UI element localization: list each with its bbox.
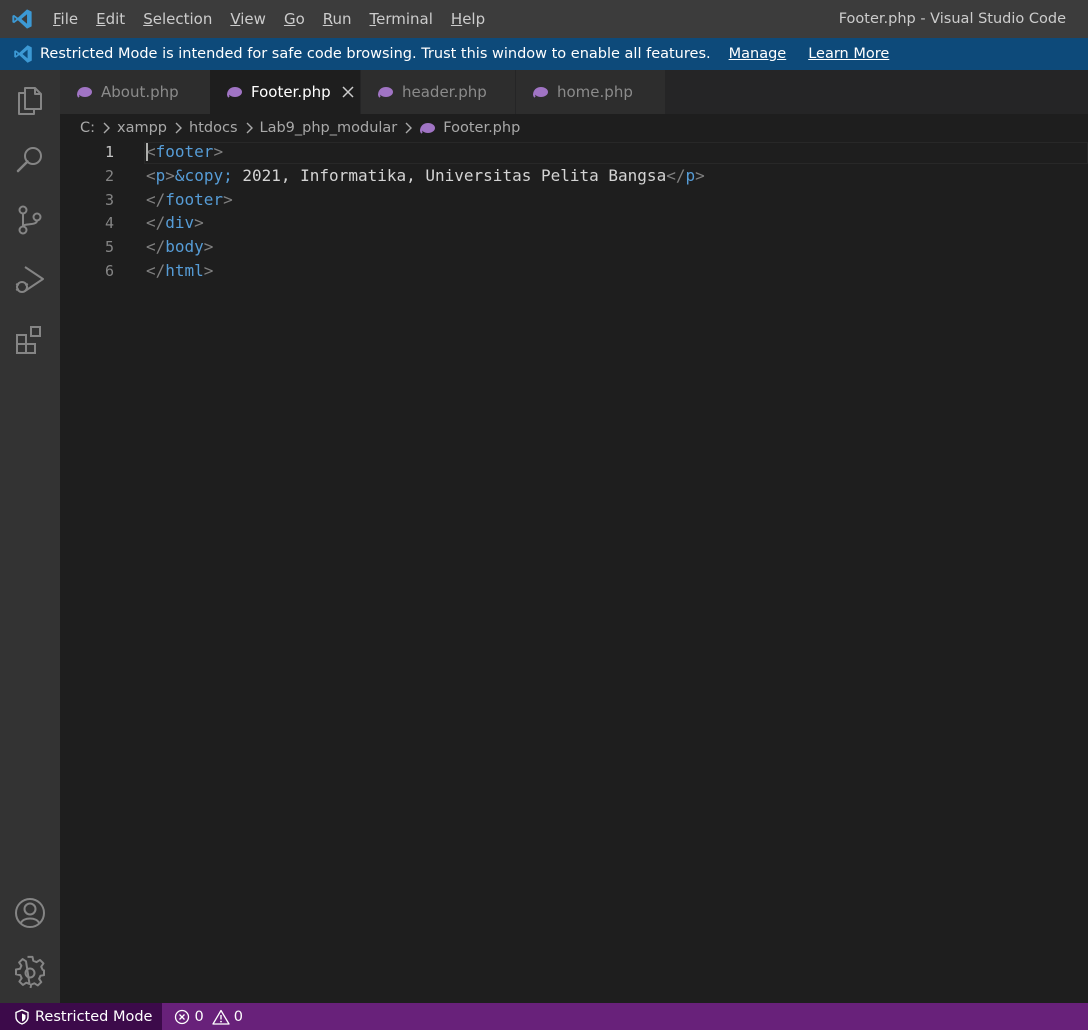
chevron-right-icon [246,122,253,134]
source-control-icon[interactable] [12,202,48,238]
line-number: 2 [104,167,114,185]
vscode-logo-icon [14,45,32,63]
status-bar: Restricted Mode 0 0 [0,1003,1088,1030]
menu-file[interactable]: File [44,10,87,28]
editor-tabs: About.php Footer.php header.php home.php [60,70,1088,114]
code-line[interactable]: 2 <p>&copy; 2021, Informatika, Universit… [60,164,1088,188]
tab-about-php[interactable]: About.php [60,70,210,114]
tab-label: home.php [557,83,633,101]
menu-go[interactable]: Go [275,10,314,28]
menu-edit[interactable]: Edit [87,10,134,28]
code-text: </footer> [146,190,233,209]
error-count: 0 [194,1008,204,1025]
chevron-right-icon [103,122,111,134]
restricted-mode-status[interactable]: Restricted Mode [0,1003,163,1030]
problems-status[interactable]: 0 0 [174,1009,250,1025]
code-line[interactable]: 5 </body> [60,235,1088,259]
line-number: 1 [104,143,114,161]
menu-run[interactable]: Run [314,10,361,28]
code-line[interactable]: 6 </html> [60,259,1088,283]
code-editor[interactable]: 1 <footer> 2 <p>&copy; 2021, Informatika… [60,142,1088,1003]
menu-view[interactable]: View [221,10,275,28]
restricted-mode-label: Restricted Mode [35,1008,153,1025]
menu-help[interactable]: Help [442,10,494,28]
warning-icon [212,1009,230,1025]
error-icon [175,1009,190,1024]
php-elephant-icon [420,123,436,134]
close-icon[interactable] [341,85,355,99]
chevron-right-icon [175,122,183,134]
chevron-right-icon [405,122,413,134]
activity-bar [0,70,60,1003]
code-line[interactable]: 1 <footer> [60,140,1088,164]
code-text: <p>&copy; 2021, Informatika, Universitas… [146,166,705,185]
menu-terminal[interactable]: Terminal [361,10,442,28]
breadcrumb-item[interactable]: xampp [117,120,167,136]
code-line[interactable]: 3 </footer> [60,188,1088,212]
line-number: 4 [104,214,114,232]
line-number: 3 [104,191,114,209]
code-text: </html> [146,261,214,280]
tab-label: About.php [101,83,179,101]
php-elephant-icon [77,87,92,98]
warning-count: 0 [233,1008,243,1025]
code-text: </body> [146,237,214,256]
tab-footer-php[interactable]: Footer.php [210,70,360,114]
explorer-icon[interactable] [12,82,48,118]
breadcrumb-item[interactable]: C: [80,120,95,136]
window-title: Footer.php - Visual Studio Code [838,11,1066,27]
banner-message: Restricted Mode is intended for safe cod… [40,46,711,62]
manage-link[interactable]: Manage [729,46,787,62]
menu-bar: File Edit Selection View Go Run Terminal… [44,0,494,38]
breadcrumb-item[interactable]: Footer.php [443,120,520,136]
breadcrumb: C: xampp htdocs Lab9_php_modular Footer.… [60,114,1088,142]
run-debug-icon[interactable] [12,262,48,298]
tab-label: Footer.php [251,83,331,101]
code-line[interactable]: 4 </div> [60,211,1088,235]
extensions-icon[interactable] [12,322,48,358]
text-cursor [146,143,148,161]
search-icon[interactable] [12,142,48,178]
tab-home-php[interactable]: home.php [516,70,665,114]
shield-icon [15,1008,29,1025]
php-elephant-icon [533,87,548,98]
settings-gear-icon[interactable] [12,955,48,991]
php-elephant-icon [227,87,242,98]
learn-more-link[interactable]: Learn More [808,46,889,62]
code-text: </div> [146,213,204,232]
php-elephant-icon [378,87,393,98]
restricted-mode-banner: Restricted Mode is intended for safe cod… [0,38,1088,70]
breadcrumb-item[interactable]: Lab9_php_modular [260,120,398,136]
menu-selection[interactable]: Selection [134,10,221,28]
tab-label: header.php [402,83,487,101]
title-bar: File Edit Selection View Go Run Terminal… [0,0,1088,38]
line-number: 6 [104,262,114,280]
tab-header-php[interactable]: header.php [361,70,515,114]
accounts-icon[interactable] [12,895,48,931]
breadcrumb-item[interactable]: htdocs [189,120,237,136]
vscode-logo-icon [12,9,32,29]
code-text: <footer> [146,142,224,161]
line-number: 5 [104,238,114,256]
